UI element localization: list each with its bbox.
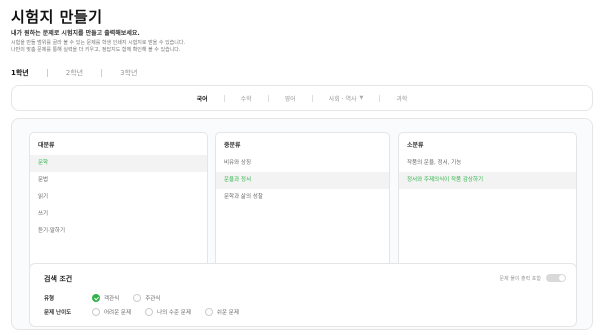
radio-icon [92, 308, 100, 316]
subject-divider [223, 94, 225, 102]
toggle-knob [559, 275, 565, 281]
list-item[interactable]: 문법 [30, 172, 207, 189]
type-row: 유형 객관식 주관식 [44, 294, 174, 302]
description-line: 시험을 만들 범위를 골라 볼 수 있는 문제를 학생 인쇄지 시험지로 받을 … [11, 40, 186, 46]
subject-korean[interactable]: 국어 [197, 94, 208, 103]
difficulty-row: 문제 난이도 어려운 문제 나의 수준 문제 쉬운 문제 [44, 308, 253, 316]
subject-label: 국어 [196, 95, 208, 103]
page-title: 시험지 만들기 [11, 8, 103, 26]
option-label: 나의 수준 문제 [157, 310, 191, 316]
major-category-list: 대분류 문학 문법 읽기 쓰기 듣기·말하기 [29, 132, 208, 274]
toggle-label: 문제 풀이 출력 포함 [499, 275, 541, 282]
radio-icon [145, 308, 154, 316]
list-item[interactable]: 문학과 삶의 성찰 [216, 189, 389, 206]
option-label: 주관식 [145, 296, 161, 302]
list-item[interactable]: 정서와 주제의식이 작품 감상하기 [399, 172, 576, 189]
list-item[interactable]: 쓰기 [30, 206, 207, 223]
search-conditions: 검색 조건 문제 풀이 출력 포함 유형 객관식 주관식 문제 난이도 어려운 … [29, 263, 577, 327]
page-subtitle: 내가 원하는 문제로 시험지를 만들고 출력해보세요. [11, 30, 140, 37]
option-label: 쉬운 문제 [216, 310, 239, 316]
major-category-header: 대분류 [38, 142, 55, 149]
tab-grade-2[interactable]: 2학년 [66, 68, 83, 78]
difficulty-option-my-level[interactable]: 나의 수준 문제 [145, 308, 191, 316]
subject-english[interactable]: 영어 [285, 94, 296, 103]
subject-math[interactable]: 수학 [241, 94, 252, 103]
list-item[interactable]: 읽기 [30, 189, 207, 206]
middle-category-header: 중분류 [224, 142, 241, 149]
subject-label: 영어 [284, 95, 296, 103]
list-item[interactable]: 듣기·말하기 [30, 223, 207, 240]
list-item[interactable]: 작품의 운율, 정서, 기능 [399, 155, 576, 172]
type-option-subjective[interactable]: 주관식 [133, 294, 160, 302]
solution-toggle-wrap: 문제 풀이 출력 포함 [499, 274, 566, 282]
difficulty-label: 문제 난이도 [44, 310, 72, 316]
type-label: 유형 [44, 296, 55, 302]
type-option-objective[interactable]: 객관식 [92, 294, 119, 302]
grade-tabs: 1학년 2학년 3학년 [11, 68, 137, 78]
difficulty-option-easy[interactable]: 쉬운 문제 [204, 308, 239, 316]
tab-divider [101, 69, 103, 77]
tab-grade-1[interactable]: 1학년 [11, 68, 29, 78]
list-item[interactable]: 문학 [30, 155, 207, 172]
subject-bar: 국어 수학 영어 사회 · 역사 ▼ 과학 [11, 85, 593, 111]
list-item[interactable]: 운율과 정서 [216, 172, 389, 189]
chevron-down-icon: ▼ [359, 95, 364, 101]
tab-grade-3[interactable]: 3학년 [120, 68, 137, 78]
description-line: 나만의 맞춤 문제를 통해 실력을 더 키우고, 정답지도 함께 확인해 볼 수… [11, 47, 181, 53]
difficulty-option-hard[interactable]: 어려운 문제 [92, 308, 131, 316]
page-description: 시험을 만들 범위를 골라 볼 수 있는 문제를 학생 인쇄지 시험지로 받을 … [11, 40, 185, 54]
minor-category-list: 소분류 작품의 운율, 정서, 기능 정서와 주제의식이 작품 감상하기 [398, 132, 577, 274]
conditions-title: 검색 조건 [44, 275, 73, 283]
option-label: 객관식 [104, 296, 120, 302]
radio-icon [204, 308, 213, 316]
subject-divider [311, 94, 313, 102]
subject-divider [267, 94, 269, 102]
subject-science[interactable]: 과학 [396, 94, 407, 103]
subject-label: 사회 · 역사 [328, 95, 357, 103]
category-panel: 대분류 문학 문법 읽기 쓰기 듣기·말하기 중분류 비유와 상징 운율과 정서… [11, 118, 593, 330]
subject-label: 수학 [240, 95, 252, 103]
middle-category-list: 중분류 비유와 상징 운율과 정서 문학과 삶의 성찰 [215, 132, 390, 274]
solution-toggle[interactable] [546, 274, 566, 282]
radio-icon [133, 294, 142, 302]
tab-divider [46, 69, 48, 77]
subject-label: 과학 [396, 95, 408, 103]
subject-divider [379, 94, 381, 102]
radio-checked-icon [92, 294, 100, 302]
subject-social-history[interactable]: 사회 · 역사 ▼ [329, 94, 364, 103]
list-item[interactable]: 비유와 상징 [216, 155, 389, 172]
minor-category-header: 소분류 [407, 142, 424, 149]
option-label: 어려운 문제 [104, 310, 132, 316]
